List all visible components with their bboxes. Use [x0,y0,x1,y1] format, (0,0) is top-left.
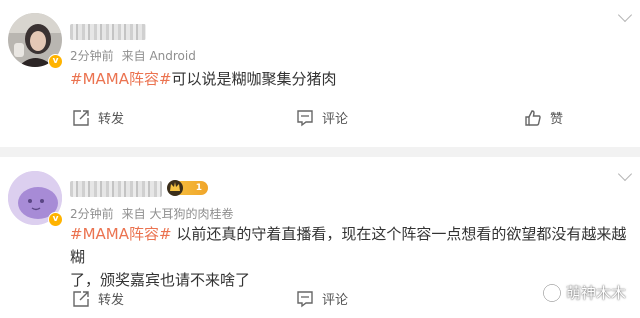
repost-icon [73,290,89,307]
comment-card-1: v 2分钟前 来自 Android #MAMA阵容#可以说是糊咖聚集分猪肉 转发 … [0,0,640,147]
watermark-logo-icon [542,283,562,302]
watermark: 萌神木木 [542,282,626,303]
comment-icon [297,109,313,126]
post-meta: 2分钟前 来自 大耳狗的肉桂卷 [70,205,241,222]
repost-label: 转发 [98,112,125,127]
separator [0,147,640,157]
post-meta: 2分钟前 来自 Android [70,47,204,64]
hashtag-link[interactable]: #MAMA阵容# [70,225,172,243]
chevron-down-icon[interactable] [617,166,633,182]
hashtag-link[interactable]: #MAMA阵容# [70,70,172,88]
watermark-text: 萌神木木 [565,284,626,302]
repost-icon [73,109,89,126]
repost-button[interactable]: 转发 [72,108,124,127]
fan-level: 1 [195,183,202,193]
comment-body: 可以说是糊咖聚集分猪肉 [171,70,337,88]
thumbs-up-icon [525,109,541,126]
chevron-down-icon[interactable] [617,7,633,23]
timestamp: 2分钟前 [70,207,114,221]
username[interactable] [70,24,146,40]
timestamp: 2分钟前 [70,49,114,63]
comment-button[interactable]: 评论 [296,289,348,308]
comment-label: 评论 [322,112,349,127]
source-label: 来自 Android [121,49,196,63]
comment-text: #MAMA阵容#可以说是糊咖聚集分猪肉 [70,68,337,91]
comment-line-1: #MAMA阵容# 以前还真的守着直播看，现在这个阵容一点想看的欲望都没有越来越糊 [70,223,636,269]
comment-label: 评论 [322,293,349,308]
verified-badge-icon: v [48,212,63,227]
username[interactable] [70,181,162,197]
repost-button[interactable]: 转发 [72,289,124,308]
like-button[interactable]: 赞 [524,108,563,127]
comment-icon [297,290,313,307]
repost-label: 转发 [98,293,125,308]
verified-badge-icon: v [48,54,63,69]
like-label: 赞 [550,112,564,127]
fan-level-badge: 1 [167,180,208,196]
comment-button[interactable]: 评论 [296,108,348,127]
crown-icon [167,180,183,196]
source-label: 来自 大耳狗的肉桂卷 [121,207,234,221]
